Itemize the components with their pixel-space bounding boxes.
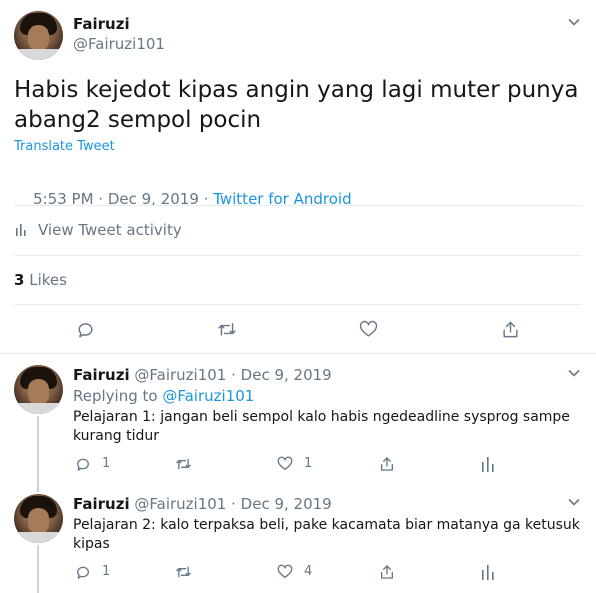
- reply-text-line: Pelajaran 1: jangan beli sempol kalo hab…: [73, 409, 570, 425]
- tweet-text: Habis kejedot kipas angin yang lagi mute…: [14, 75, 578, 135]
- reply-count: 1: [102, 564, 111, 579]
- replying-to: Replying to @Fairuzi101: [73, 387, 254, 405]
- share-icon[interactable]: [379, 456, 395, 472]
- reply-header: Fairuzi @Fairuzi101 · Dec 9, 2019: [73, 495, 332, 513]
- reply-header: Fairuzi @Fairuzi101 · Dec 9, 2019: [73, 366, 332, 384]
- share-icon[interactable]: [379, 564, 395, 580]
- view-activity-label: View Tweet activity: [38, 221, 182, 239]
- divider: [14, 255, 582, 256]
- retweet-icon[interactable]: [217, 320, 237, 339]
- reply-text-line: kurang tidur: [73, 428, 159, 444]
- chevron-down-icon[interactable]: [568, 367, 580, 379]
- reply-text-line: kipas: [73, 536, 110, 552]
- divider: [0, 353, 596, 354]
- author-name[interactable]: Fairuzi: [73, 15, 130, 33]
- chevron-down-icon[interactable]: [568, 496, 580, 508]
- likes-label: Likes: [29, 271, 67, 289]
- reply-text: Pelajaran 2: kalo terpaksa beli, pake ka…: [73, 516, 580, 554]
- reply-icon[interactable]: [76, 320, 95, 339]
- share-icon[interactable]: [501, 320, 520, 339]
- author-handle[interactable]: @Fairuzi101: [73, 35, 165, 53]
- thread-line: [37, 416, 39, 488]
- author-handle[interactable]: @Fairuzi101: [134, 366, 226, 384]
- retweet-icon[interactable]: [175, 456, 192, 472]
- translate-tweet-link[interactable]: Translate Tweet: [14, 139, 115, 154]
- like-icon[interactable]: [359, 320, 378, 339]
- likes-stat[interactable]: 3 Likes: [14, 271, 67, 289]
- chevron-down-icon[interactable]: [568, 16, 580, 28]
- reply-icon[interactable]: [75, 564, 91, 580]
- thread-line: [37, 488, 39, 492]
- analytics-icon[interactable]: [481, 564, 495, 580]
- tweet-text-line: abang2 sempol pocin: [14, 107, 262, 133]
- analytics-icon[interactable]: [481, 456, 495, 472]
- like-icon[interactable]: [277, 456, 293, 472]
- tweet-date[interactable]: · Dec 9, 2019: [231, 495, 332, 513]
- divider: [14, 304, 582, 305]
- like-count: 4: [304, 564, 313, 579]
- tweet-date[interactable]: · Dec 9, 2019: [231, 366, 332, 384]
- reply-text-line: Pelajaran 2: kalo terpaksa beli, pake ka…: [73, 517, 580, 533]
- replying-handle[interactable]: @Fairuzi101: [162, 387, 254, 405]
- replying-label: Replying to: [73, 387, 163, 405]
- divider: [14, 205, 582, 206]
- author-name[interactable]: Fairuzi: [73, 495, 130, 513]
- avatar[interactable]: [14, 494, 63, 543]
- likes-count: 3: [14, 271, 25, 289]
- tweet-timestamp: 5:53 PM · Dec 9, 2019 · Twitter for Andr…: [14, 172, 352, 226]
- avatar[interactable]: [14, 365, 63, 414]
- like-count: 1: [304, 456, 313, 471]
- thread-line: [37, 545, 39, 593]
- reply-icon[interactable]: [75, 456, 91, 472]
- like-icon[interactable]: [277, 564, 293, 580]
- reply-count: 1: [102, 456, 111, 471]
- bar-chart-icon: [16, 224, 26, 236]
- avatar[interactable]: [14, 11, 63, 60]
- retweet-icon[interactable]: [175, 564, 192, 580]
- tweet-text-line: Habis kejedot kipas angin yang lagi mute…: [14, 77, 579, 103]
- author-handle[interactable]: @Fairuzi101: [134, 495, 226, 513]
- reply-text: Pelajaran 1: jangan beli sempol kalo hab…: [73, 408, 570, 446]
- author-name[interactable]: Fairuzi: [73, 366, 130, 384]
